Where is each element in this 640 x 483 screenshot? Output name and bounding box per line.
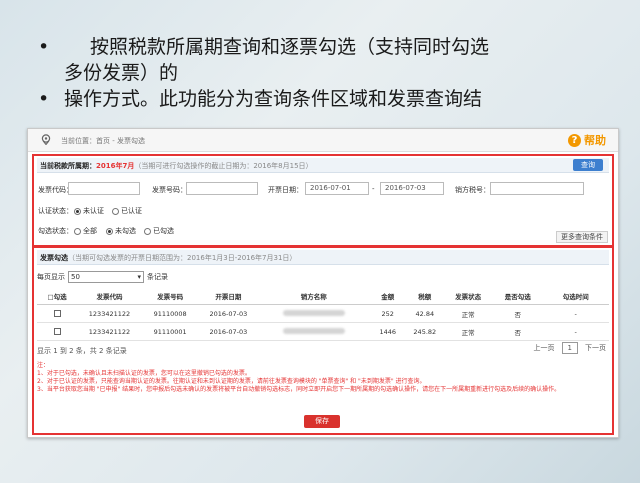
note-item: 1、对于已勾选，未确认且未扫描认证的发票，您可以在这里撤销已勾选的发票。 [37,370,251,377]
note-item: 2、对于已认证的发票，只能查询当期认证的发票。往期认证和未到认证期的发票，请前往… [37,378,426,385]
col-time: 勾选时间 [542,288,609,305]
bullet-2: • 操作方式。此功能分为查询条件区域和发票查询结 [38,86,628,112]
prev-page-button[interactable]: 上一页 [534,343,555,353]
table-header-row: □勾选 发票代码 发票号码 开票日期 销方名称 金额 税额 发票状态 是否勾选 … [37,288,609,305]
date-to-input[interactable]: 2016-07-03 [380,182,444,195]
tax-period-note: （当期可进行勾选操作的截止日期为：2016年8月15日） [134,162,313,170]
col-seller: 销方名称 [258,288,370,305]
cell-status: 正常 [443,304,493,323]
next-page-button[interactable]: 下一页 [585,343,606,353]
pagination: 上一页 1 下一页 [534,342,606,354]
auth-status-authenticated-radio[interactable]: 已认证 [112,206,142,216]
redacted-seller-name [282,309,345,316]
notes-block: 注： 1、对于已勾选，未确认且未扫描认证的发票，您可以在这里撤销已勾选的发票。 … [37,362,602,394]
col-checked: 是否勾选 [492,288,543,305]
invoice-code-input[interactable] [68,182,140,195]
invoice-results-area: 发票勾选（当期可勾选发票的开票日期范围为：2016年1月3日-2016年7月31… [32,246,614,435]
cell-date: 2016-07-03 [198,322,259,341]
check-status-checked-radio[interactable]: 已勾选 [144,226,174,236]
cell-tax: 245.82 [406,322,444,341]
col-number: 发票号码 [141,288,199,305]
invoice-date-label: 开票日期： [268,186,303,194]
record-summary: 显示 1 到 2 条，共 2 条记录 [37,347,127,355]
col-tax: 税额 [406,288,444,305]
invoice-number-label: 发票号码： [152,186,187,194]
col-date: 开票日期 [198,288,259,305]
invoice-check-panel: 当前位置：首页 - 发票勾选 ? 帮助 当前税款所属期：2016年7月（当期可进… [27,128,619,438]
redacted-seller-name [282,327,345,334]
cell-code: 1233421122 [77,304,142,323]
notes-title: 注： [37,362,50,369]
cell-time: - [542,322,609,341]
check-status-label: 勾选状态： [38,227,73,235]
bullet-dot: • [38,88,50,110]
slide-text: • 按照税款所属期查询和逐票勾选（支持同时勾选 多份发票）的 • 操作方式。此功… [38,34,628,112]
cell-number: 91110008 [141,304,199,323]
cell-status: 正常 [443,322,493,341]
help-icon: ? [568,133,581,147]
col-check[interactable]: □勾选 [37,288,78,305]
col-status: 发票状态 [443,288,493,305]
auth-status-label: 认证状态： [38,207,73,215]
date-from-input[interactable]: 2016-07-01 [305,182,369,195]
col-amount: 金额 [369,288,407,305]
chevron-down-icon: ▾ [137,273,141,281]
cell-number: 91110001 [141,322,199,341]
location-pin-icon [41,134,51,145]
cell-checked: 否 [492,304,543,323]
page-size-value: 50 [71,273,80,281]
cell-amount: 1446 [369,322,407,341]
help-link[interactable]: ? 帮助 [568,132,606,148]
page-size-control: 每页显示 50 ▾ 条记录 [37,271,168,283]
seller-tax-id-label: 销方税号： [455,186,490,194]
seller-tax-id-input[interactable] [490,182,584,195]
bullet-1-line-1: 按照税款所属期查询和逐票勾选（支持同时勾选 [90,36,490,58]
col-code: 发票代码 [77,288,142,305]
row-checkbox[interactable] [53,310,61,317]
note-item: 3、当平台获取您当期 "已申报" 结果时，您申报后勾选未确认的发票将被平台自动撤… [37,386,561,393]
save-button[interactable]: 保存 [304,415,340,428]
help-label: 帮助 [584,134,606,147]
table-row: 1233421122 91110008 2016-07-03 252 42.84… [37,304,609,323]
cell-checked: 否 [492,322,543,341]
check-status-unchecked-radio[interactable]: 未勾选 [106,226,136,236]
page-size-label: 每页显示 [37,273,65,281]
query-button[interactable]: 查询 [573,159,603,171]
bullet-1: • 按照税款所属期查询和逐票勾选（支持同时勾选 多份发票）的 [38,34,628,86]
check-status-all-radio[interactable]: 全部 [74,226,97,236]
page-size-select[interactable]: 50 ▾ [68,271,144,283]
invoice-check-title: 发票勾选 [40,254,68,262]
cell-amount: 252 [369,304,407,323]
current-page-button[interactable]: 1 [561,342,578,354]
tax-period-value: 2016年7月 [96,162,135,170]
auth-status-unauthenticated-radio[interactable]: 未认证 [74,206,104,216]
cell-time: - [542,304,609,323]
date-separator: - [372,185,375,193]
breadcrumb-bar: 当前位置：首页 - 发票勾选 ? 帮助 [28,129,618,152]
bullet-2-text: 操作方式。此功能分为查询条件区域和发票查询结 [64,88,483,110]
invoice-table: □勾选 发票代码 发票号码 开票日期 销方名称 金额 税额 发票状态 是否勾选 … [37,288,609,341]
tax-period-header: 当前税款所属期：2016年7月（当期可进行勾选操作的截止日期为：2016年8月1… [37,158,609,173]
cell-tax: 42.84 [406,304,444,323]
breadcrumb: 当前位置：首页 - 发票勾选 [61,137,145,145]
row-checkbox[interactable] [53,328,61,335]
page-size-suffix: 条记录 [147,273,168,281]
cell-code: 1233421122 [77,322,142,341]
cell-date: 2016-07-03 [198,304,259,323]
invoice-number-input[interactable] [186,182,258,195]
table-row: 1233421122 91110001 2016-07-03 1446 245.… [37,322,609,341]
tax-period-title: 当前税款所属期：2016年7月（当期可进行勾选操作的截止日期为：2016年8月1… [40,162,313,170]
more-conditions-button[interactable]: 更多查询条件 [556,231,608,243]
invoice-range-note: （当期可勾选发票的开票日期范围为：2016年1月3日-2016年7月31日） [68,254,297,262]
invoice-check-header: 发票勾选（当期可勾选发票的开票日期范围为：2016年1月3日-2016年7月31… [37,250,609,265]
bullet-dot: • [38,36,50,58]
bullet-1-line-2: 多份发票）的 [64,62,179,84]
query-conditions-area: 当前税款所属期：2016年7月（当期可进行勾选操作的截止日期为：2016年8月1… [32,154,614,247]
